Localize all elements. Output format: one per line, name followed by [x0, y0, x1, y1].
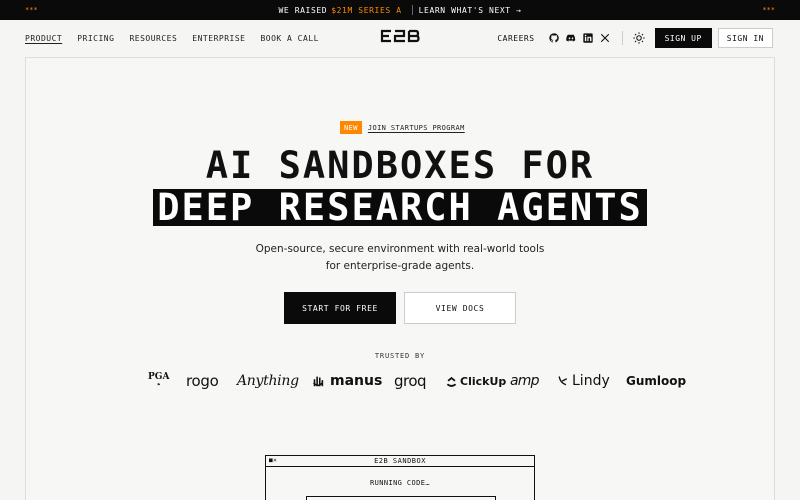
start-for-free-button[interactable]: START FOR FREE [284, 292, 396, 324]
announcement-divider [411, 5, 413, 15]
hero-title-line-2-wrap: DEEP RESEARCH AGENTS [0, 189, 800, 226]
manus-logo: manus [311, 368, 382, 394]
gumloop-logo: Gumloop [626, 374, 687, 388]
top-nav: PRODUCT PRICING RESOURCES ENTERPRISE BOO… [0, 20, 800, 56]
startups-program-link[interactable]: JOIN STARTUPS PROGRAM [368, 124, 465, 132]
anything-logo: Anything [237, 373, 299, 389]
sign-in-button[interactable]: SIGN IN [717, 28, 773, 48]
sign-up-button[interactable]: SIGN UP [654, 28, 712, 48]
clickup-chevron-icon [446, 376, 457, 387]
pga-logo: PGA ⚑ [148, 368, 169, 394]
rogo-logo: rogo [186, 372, 219, 390]
pga-logo-text: PGA [148, 372, 170, 382]
sandbox-title: E2B SANDBOX [374, 457, 426, 465]
hero-title-line-2: DEEP RESEARCH AGENTS [153, 189, 647, 226]
lindy-mark-icon [558, 376, 568, 386]
hero-subtitle-line-1: Open-source, secure environment with rea… [255, 243, 545, 255]
startups-program-tag: NEW JOIN STARTUPS PROGRAM [340, 121, 465, 134]
social-links [548, 33, 610, 43]
nav-item-product[interactable]: PRODUCT [25, 34, 62, 43]
announcement-text: WE RAISED [278, 5, 328, 15]
hero-subtitle-line-2: for enterprise-grade agents. [325, 260, 475, 272]
manus-logo-text: manus [330, 373, 383, 389]
nav-divider [621, 31, 623, 45]
sandbox-title-bar: ■× E2B SANDBOX [266, 456, 534, 467]
github-icon[interactable] [548, 33, 559, 43]
hero-subtitle: Open-source, secure environment with rea… [0, 241, 800, 275]
announcement-stars-right: *** [762, 6, 775, 14]
e2b-sandbox-window: ■× E2B SANDBOX RUNNING CODE… [265, 455, 535, 500]
pga-logo-seal: ⚑ [156, 382, 161, 387]
sandbox-window-controls[interactable]: ■× [269, 457, 277, 464]
announcement-link[interactable]: LEARN WHAT'S NEXT → [419, 6, 522, 15]
manus-hand-icon [313, 376, 324, 387]
nav-item-careers[interactable]: CAREERS [497, 34, 534, 43]
clickup-logo: ClickUp [446, 368, 506, 394]
nav-item-enterprise[interactable]: ENTERPRISE [192, 34, 245, 43]
linkedin-icon[interactable] [582, 33, 593, 43]
hero-title-line-1: AI SANDBOXES FOR [205, 144, 595, 187]
announcement-stars-left: *** [25, 6, 38, 14]
nav-item-pricing[interactable]: PRICING [77, 34, 114, 43]
announcement-accent: $21M SERIES A [331, 5, 402, 15]
trusted-by-label: TRUSTED BY [374, 352, 426, 360]
x-icon[interactable] [600, 33, 610, 43]
lindy-logo-text: Lindy [572, 373, 610, 389]
nav-item-resources[interactable]: RESOURCES [129, 34, 177, 43]
view-docs-button[interactable]: VIEW DOCS [404, 292, 516, 324]
announcement-bar: *** WE RAISED $21M SERIES A LEARN WHAT'S… [0, 0, 800, 20]
clickup-logo-text: ClickUp [460, 374, 507, 388]
discord-icon[interactable] [565, 33, 576, 43]
nav-item-book-a-call[interactable]: BOOK A CALL [260, 34, 318, 43]
customer-logos: PGA ⚑ rogo Anything manus groq ClickUp a… [148, 368, 688, 394]
sun-icon[interactable] [632, 32, 645, 44]
groq-logo: groq [394, 372, 427, 390]
nav-links: PRODUCT PRICING RESOURCES ENTERPRISE BOO… [25, 20, 319, 56]
e2b-logo[interactable] [380, 29, 420, 43]
sandbox-inner-panel [306, 496, 496, 500]
lindy-logo: Lindy [557, 368, 610, 394]
amp-logo: amp [510, 373, 540, 389]
nav-right: CAREERS SIGN UP SIGN IN [497, 20, 773, 56]
sandbox-status: RUNNING CODE… [370, 479, 430, 487]
new-badge: NEW [340, 121, 362, 134]
